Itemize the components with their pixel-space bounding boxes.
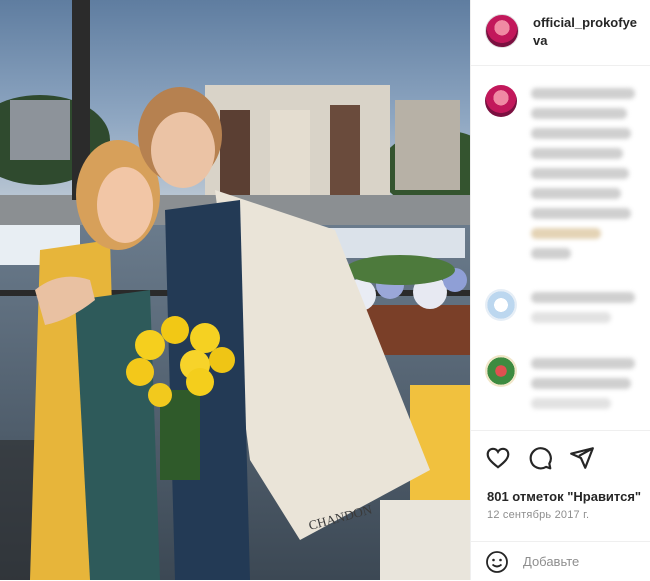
avatar[interactable]	[485, 14, 519, 48]
add-comment-bar[interactable]: Добавьте	[471, 541, 650, 581]
avatar[interactable]	[485, 289, 517, 321]
comments-list	[471, 67, 650, 429]
username-link[interactable]: official_prokofyeva	[533, 14, 643, 50]
avatar[interactable]	[485, 355, 517, 387]
caption-comment	[485, 85, 639, 268]
action-icons	[471, 431, 650, 471]
post-side-panel: official_prokofyeva 801 отметок "Нравитс…	[470, 0, 650, 580]
post-photo: CHANDON	[0, 0, 470, 580]
post-date[interactable]: 12 сентябрь 2017 г.	[487, 509, 589, 521]
heart-icon[interactable]	[485, 445, 511, 471]
emoji-icon[interactable]	[485, 550, 509, 574]
avatar[interactable]	[485, 85, 517, 117]
blurred-comment	[531, 355, 639, 418]
comment-icon[interactable]	[527, 445, 553, 471]
share-icon[interactable]	[569, 445, 595, 471]
post-actions: 801 отметок "Нравится" 12 сентябрь 2017 …	[471, 430, 650, 581]
comment-item	[485, 355, 639, 418]
likes-count[interactable]: 801 отметок "Нравится"	[487, 489, 641, 504]
comment-item	[485, 289, 639, 332]
blurred-comment	[531, 289, 639, 332]
comment-input[interactable]: Добавьте	[523, 554, 579, 569]
blurred-caption	[531, 85, 639, 268]
post-header: official_prokofyeva	[471, 0, 650, 66]
photo-scene: CHANDON	[0, 0, 470, 580]
